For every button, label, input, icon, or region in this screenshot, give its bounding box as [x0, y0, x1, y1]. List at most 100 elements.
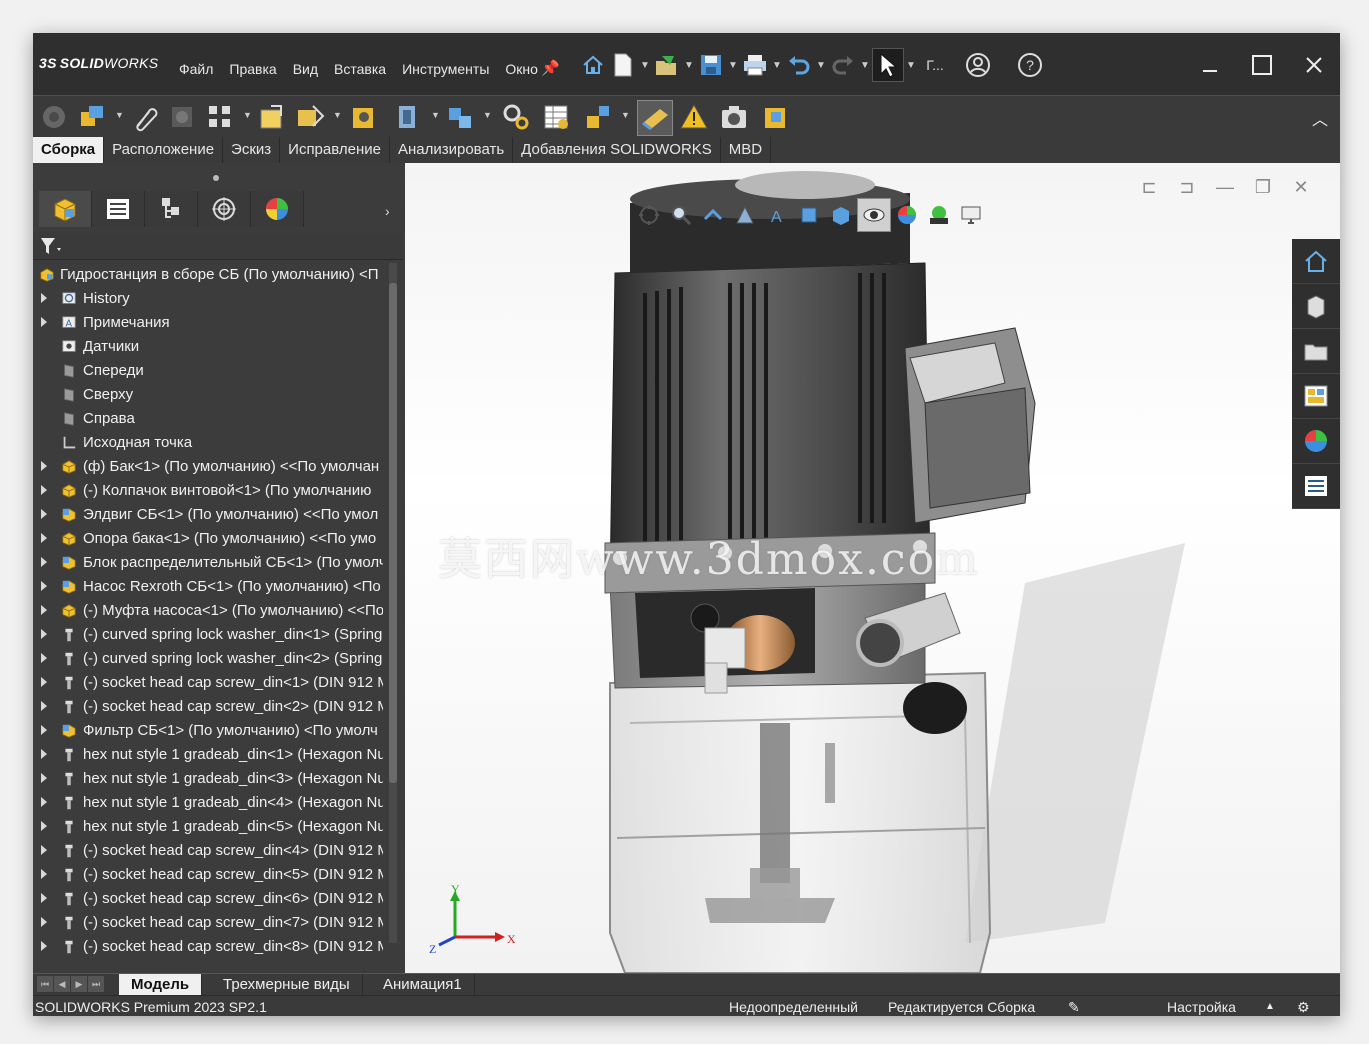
graphics-area[interactable]: 莫西网www.3dmox.com ⊏ ⊐ — ❐ ✕ A Y X Z [405, 163, 1340, 973]
open-button[interactable] [652, 49, 682, 81]
first-tab-icon[interactable]: ⏮ [37, 976, 53, 992]
print-dropdown-icon[interactable]: ▼ [770, 60, 784, 71]
tree-item[interactable]: (-) Муфта насоса<1> (По умолчанию) <<По [33, 599, 383, 623]
instant3d-button[interactable] [637, 100, 673, 136]
tab-sketch[interactable]: Эскиз [223, 137, 281, 163]
pin-icon[interactable]: 📌 [541, 59, 560, 77]
exploded-view-button[interactable] [581, 100, 615, 134]
menu-window[interactable]: Окно [505, 61, 538, 77]
previous-view-button[interactable] [697, 199, 729, 231]
tree-vertical-scrollbar[interactable] [389, 263, 397, 943]
zoom-to-fit-button[interactable] [633, 199, 665, 231]
tab-3d-views[interactable]: Трехмерные виды [211, 974, 363, 996]
task-pane-file-explorer[interactable] [1292, 374, 1340, 419]
tree-item[interactable]: Справа [33, 407, 383, 431]
tree-item[interactable]: Сверху [33, 383, 383, 407]
more-tabs-chevron-icon[interactable]: › [385, 203, 390, 219]
property-manager-tab[interactable] [92, 191, 145, 227]
linear-pattern-button[interactable] [203, 100, 237, 134]
tree-item[interactable]: (-) socket head cap screw_din<2> (DIN 91… [33, 695, 383, 719]
tree-scroll-thumb[interactable] [389, 283, 397, 783]
tree-item[interactable]: (-) socket head cap screw_din<8> (DIN 91… [33, 935, 383, 959]
smart-fasteners-button[interactable] [255, 100, 289, 134]
home-button[interactable] [578, 49, 608, 81]
view-orientation-button[interactable] [793, 199, 825, 231]
tree-item[interactable]: Опора бака<1> (По умолчанию) <<По умо [33, 527, 383, 551]
apply-scene-button[interactable] [923, 199, 955, 231]
menu-tools[interactable]: Инструменты [402, 61, 489, 77]
insert-components-dropdown-icon[interactable]: ▼ [115, 110, 124, 120]
tree-filter[interactable] [33, 233, 403, 260]
expand-arrow-icon[interactable] [41, 797, 47, 807]
expand-arrow-icon[interactable] [41, 485, 47, 495]
tab-assembly[interactable]: Сборка [33, 137, 105, 163]
move-dropdown-icon[interactable]: ▼ [333, 110, 342, 120]
print-button[interactable] [740, 49, 770, 81]
tree-item[interactable]: History [33, 287, 383, 311]
select-dropdown-icon[interactable]: ▼ [904, 60, 918, 71]
expand-arrow-icon[interactable] [41, 821, 47, 831]
insert-components-button[interactable] [75, 100, 109, 134]
expand-arrow-icon[interactable] [41, 893, 47, 903]
edit-appearance-button[interactable] [891, 199, 923, 231]
collapse-ribbon-icon[interactable]: ︿ [1312, 106, 1328, 130]
mate-button[interactable] [127, 100, 161, 134]
new-document-button[interactable] [608, 49, 638, 81]
task-pane-resources[interactable] [1292, 284, 1340, 329]
interference-detection-button[interactable] [677, 100, 711, 134]
minimize-button[interactable] [1184, 45, 1236, 85]
large-assembly-button[interactable] [759, 100, 793, 134]
expand-arrow-icon[interactable] [41, 773, 47, 783]
panel-grip[interactable] [213, 175, 219, 181]
tab-evaluate[interactable]: Анализировать [390, 137, 514, 163]
exploded-view-dropdown-icon[interactable]: ▼ [621, 110, 630, 120]
tab-addins[interactable]: Добавления SOLIDWORKS [513, 137, 721, 163]
expand-arrow-icon[interactable] [41, 605, 47, 615]
tree-item[interactable]: Насос Rexroth СБ<1> (По умолчанию) <По [33, 575, 383, 599]
tab-markup[interactable]: Исправление [280, 137, 390, 163]
zoom-area-button[interactable] [665, 199, 697, 231]
undo-button[interactable] [784, 49, 814, 81]
redo-button[interactable] [828, 49, 858, 81]
select-button[interactable] [872, 48, 904, 82]
expand-arrow-icon[interactable] [41, 941, 47, 951]
pattern-dropdown-icon[interactable]: ▼ [243, 110, 252, 120]
tree-item[interactable]: (-) socket head cap screw_din<4> (DIN 91… [33, 839, 383, 863]
tree-item[interactable]: hex nut style 1 gradeab_din<1> (Hexagon … [33, 743, 383, 767]
new-motion-study-button[interactable] [499, 100, 533, 134]
feature-manager-tab[interactable] [39, 191, 92, 227]
panel-right-toggle-icon[interactable]: ⊐ [1168, 177, 1206, 198]
tree-root-assembly[interactable]: Гидростанция в сборе СБ (По умолчанию) <… [33, 263, 383, 287]
show-hidden-components-button[interactable] [347, 100, 381, 134]
tree-item[interactable]: A Примечания [33, 311, 383, 335]
tab-model[interactable]: Модель [119, 974, 203, 996]
expand-arrow-icon[interactable] [41, 725, 47, 735]
tree-item[interactable]: (-) socket head cap screw_din<5> (DIN 91… [33, 863, 383, 887]
expand-arrow-icon[interactable] [41, 317, 47, 327]
bill-of-materials-button[interactable] [539, 100, 573, 134]
tab-mbd[interactable]: MBD [721, 137, 772, 163]
expand-arrow-icon[interactable] [41, 869, 47, 879]
expand-arrow-icon[interactable] [41, 293, 47, 303]
undo-dropdown-icon[interactable]: ▼ [814, 60, 828, 71]
dimxpert-manager-tab[interactable] [198, 191, 251, 227]
user-account-button[interactable] [952, 49, 1004, 81]
hide-show-items-button[interactable] [857, 198, 891, 232]
configuration-manager-tab[interactable] [145, 191, 198, 227]
task-pane-design-library[interactable] [1292, 329, 1340, 374]
options-icon[interactable]: ⚙ [1297, 999, 1310, 1016]
customize-label[interactable]: Настройка [1167, 999, 1236, 1015]
reference-geometry-button[interactable] [443, 100, 477, 134]
assembly-features-dropdown-icon[interactable]: ▼ [431, 110, 440, 120]
menu-view[interactable]: Вид [293, 61, 318, 77]
expand-arrow-icon[interactable] [41, 749, 47, 759]
viewport-close-icon[interactable]: ✕ [1282, 177, 1320, 198]
tree-item[interactable]: Элдвиг СБ<1> (По умолчанию) <<По умол [33, 503, 383, 527]
display-manager-tab[interactable] [251, 191, 304, 227]
task-pane-appearances[interactable] [1292, 419, 1340, 464]
expand-arrow-icon[interactable] [41, 917, 47, 927]
tree-item[interactable]: (ф) Бак<1> (По умолчанию) <<По умолчан [33, 455, 383, 479]
expand-arrow-icon[interactable] [41, 533, 47, 543]
snapshot-button[interactable] [717, 100, 751, 134]
tree-item[interactable]: (-) Колпачок винтовой<1> (По умолчанию [33, 479, 383, 503]
